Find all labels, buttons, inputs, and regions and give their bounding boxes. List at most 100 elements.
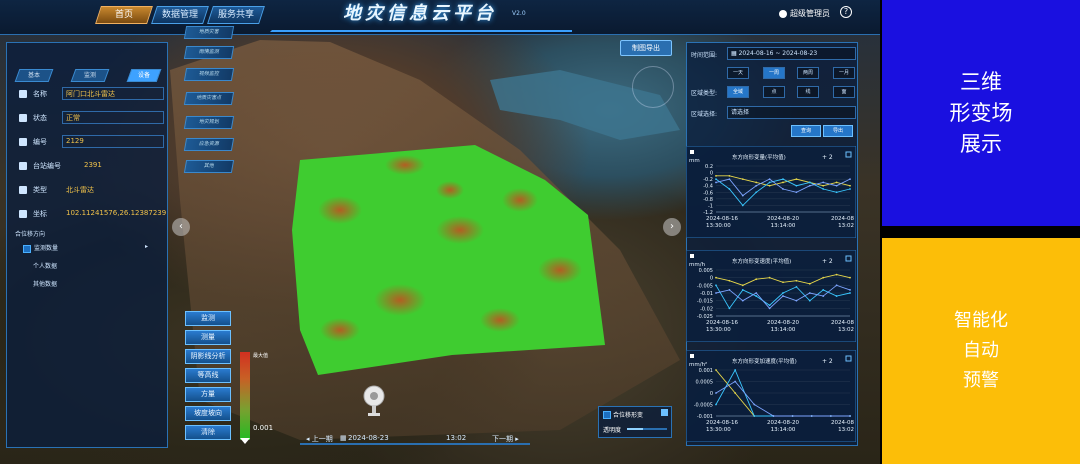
- chart-svg: 东方向形变速度(平均值) + 2mm/h0.0050-0.005-0.01-0.0…: [685, 249, 857, 343]
- data-point: [835, 184, 838, 187]
- y-tick-label: 0.2: [705, 164, 713, 170]
- tool-contour-button[interactable]: 等高线: [185, 368, 231, 383]
- deformation-hotspot: [480, 308, 520, 332]
- tool-volume-button[interactable]: 方量: [185, 387, 231, 402]
- tree-item[interactable]: 个人数据: [33, 261, 57, 270]
- expand-arrow-icon[interactable]: ▸: [145, 243, 148, 250]
- timeline-bar: ◂ 上一期 ▦ 2024-08-23 13:02 下一期 ▸: [300, 432, 530, 446]
- y-tick-label: 0.005: [699, 268, 713, 274]
- y-tick-label: -1: [708, 203, 713, 209]
- prev-view-button[interactable]: ‹: [172, 218, 190, 236]
- timeline-date[interactable]: 2024-08-23: [348, 434, 389, 442]
- period-day[interactable]: 一天: [727, 67, 749, 79]
- field-coordinates: 坐标 102.11241576,26.12387239: [19, 209, 166, 223]
- nav-service-sharing[interactable]: 服务共享: [207, 6, 265, 24]
- help-icon[interactable]: ?: [840, 6, 852, 18]
- layer-emergency[interactable]: 应急资源: [183, 138, 235, 151]
- opacity-slider[interactable]: [627, 428, 667, 430]
- data-point: [768, 304, 771, 307]
- data-point: [715, 369, 717, 371]
- field-status: 状态 正常: [19, 111, 164, 127]
- user-icon: [779, 9, 787, 18]
- area-select-dropdown[interactable]: 请选择: [727, 106, 856, 119]
- timeline-time[interactable]: 13:02: [446, 434, 466, 442]
- data-point: [715, 181, 717, 184]
- layer-planning[interactable]: 地灾规划: [183, 116, 235, 129]
- tool-shadow-analysis-button[interactable]: 阴影线分析: [185, 349, 231, 364]
- layer-video[interactable]: 视频监控: [183, 68, 235, 81]
- device-info-panel: 基本 监测 设备 名称 阿门口北斗雷达 状态 正常 编号 2129 台站编号 2391 …: [6, 42, 168, 448]
- status-icon: [19, 114, 27, 122]
- data-point: [768, 184, 771, 187]
- tree-item[interactable]: 其他数据: [33, 279, 57, 288]
- layer-hazard-points[interactable]: 地质灾害点: [183, 92, 235, 105]
- chart-title: 东方向形变量(平均值): [732, 153, 786, 161]
- tab-basic[interactable]: 基本: [14, 69, 54, 82]
- tab-device[interactable]: 设备: [126, 69, 162, 82]
- x-tick-label: 13:02: [838, 427, 854, 433]
- data-point: [808, 299, 811, 302]
- checkbox[interactable]: [23, 244, 31, 253]
- data-point: [835, 284, 838, 287]
- y-tick-label: 0: [710, 171, 713, 177]
- deformation-hotspot: [374, 284, 426, 316]
- layer-geohazard[interactable]: 地质灾害: [183, 26, 235, 39]
- user-menu[interactable]: 超级管理员: [779, 8, 830, 19]
- tool-clear-button[interactable]: 清除: [185, 425, 231, 440]
- data-point: [755, 181, 758, 184]
- y-tick-label: -0.005: [697, 283, 713, 289]
- chart-east-deformation: 东方向形变量(平均值) + 2 mm 0.2 0 -0.2 -0.4 -0.6 -0.8 -1 -1…: [685, 145, 857, 239]
- data-point: [810, 415, 813, 417]
- tab-monitor[interactable]: 监测: [70, 69, 110, 82]
- tree-root[interactable]: 合位移方向: [15, 229, 45, 238]
- tree-item[interactable]: 监测数量 ▸: [23, 243, 148, 253]
- data-point: [768, 178, 771, 181]
- timeline-track[interactable]: [300, 443, 530, 445]
- nav-home[interactable]: 首页: [95, 6, 153, 24]
- data-point: [715, 174, 717, 177]
- tool-slope-button[interactable]: 坡度坡向: [185, 406, 231, 421]
- area-type-all[interactable]: 全域: [727, 86, 749, 98]
- period-week[interactable]: 一周: [763, 67, 785, 79]
- field-name: 名称 阿门口北斗雷达: [19, 87, 164, 103]
- nav-data-management[interactable]: 数据管理: [151, 6, 209, 24]
- x-tick-label: 13:14:00: [771, 327, 796, 333]
- data-point: [741, 194, 744, 197]
- data-point: [728, 174, 731, 177]
- tool-measure-button[interactable]: 测量: [185, 330, 231, 345]
- data-point: [782, 181, 784, 184]
- query-button[interactable]: 查询: [791, 125, 821, 137]
- x-tick-label: 13:30:00: [706, 427, 731, 433]
- period-month[interactable]: 一月: [833, 67, 855, 79]
- y-tick-label: -0.8: [703, 197, 713, 203]
- field-code: 编号 2129: [19, 135, 164, 151]
- data-point: [782, 281, 784, 284]
- data-point: [734, 369, 737, 371]
- x-tick-label: 13:30:00: [706, 223, 731, 229]
- time-range-input[interactable]: ▦ 2024-08-16 ~ 2024-08-23: [727, 47, 856, 60]
- layer-other[interactable]: 其他: [183, 160, 235, 173]
- location-icon: [19, 210, 27, 218]
- data-point: [808, 184, 811, 187]
- camera-control-ring[interactable]: [632, 66, 674, 108]
- map-export-button[interactable]: 制图导出: [620, 40, 672, 56]
- layer-settings-icon[interactable]: [661, 409, 668, 416]
- area-type-area[interactable]: 面: [833, 86, 855, 98]
- period-two-weeks[interactable]: 两周: [797, 67, 819, 79]
- deformation-hotspot: [502, 188, 538, 212]
- y-tick-label: -0.6: [703, 190, 713, 196]
- deformation-layer-checkbox[interactable]: [603, 411, 611, 419]
- deformation-hotspot: [320, 318, 360, 342]
- opacity-slider-fill: [627, 428, 643, 430]
- tag-icon: [19, 90, 27, 98]
- tool-monitor-button[interactable]: 监测: [185, 311, 231, 326]
- next-view-button[interactable]: ›: [663, 218, 681, 236]
- feature-text: 展示: [960, 131, 1002, 156]
- area-type-point[interactable]: 点: [763, 86, 785, 98]
- area-type-line[interactable]: 线: [797, 86, 819, 98]
- export-button[interactable]: 导出: [823, 125, 853, 137]
- compass-icon[interactable]: [362, 385, 386, 417]
- data-point: [782, 178, 784, 181]
- layer-rain[interactable]: 雨情监测: [183, 46, 235, 59]
- data-point: [822, 188, 825, 190]
